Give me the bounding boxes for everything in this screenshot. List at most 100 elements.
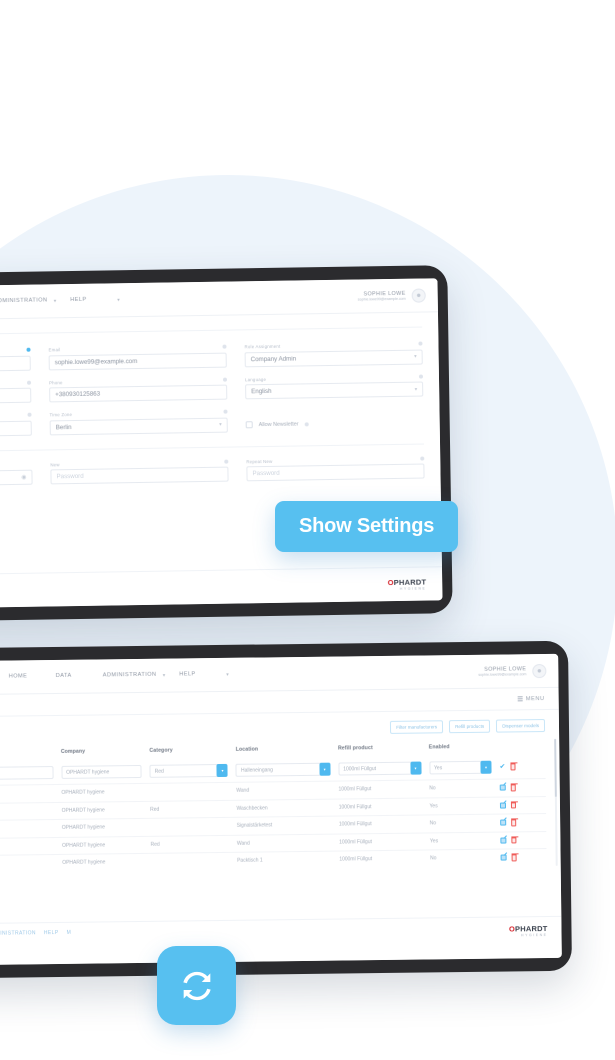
edit-icon[interactable] [499, 784, 506, 791]
cell-category[interactable]: Red ▾ [146, 759, 233, 784]
bottom-app-footer: REPORTS ANALYSIS DATA ADMINISTRATION HEL… [0, 915, 562, 967]
chevron-down-icon[interactable]: ▾ [216, 763, 229, 778]
company-input[interactable]: OPHARDT hygiene [61, 764, 142, 779]
category-select[interactable]: Red ▾ [149, 763, 229, 778]
cell-actions[interactable] [495, 778, 546, 797]
type-input[interactable]: Weco [0, 766, 54, 780]
allow-newsletter-label: Allow Newsletter [258, 420, 299, 428]
allow-newsletter-checkbox[interactable] [245, 421, 253, 429]
category-value: Red [154, 768, 164, 775]
help-icon[interactable] [224, 459, 229, 464]
cell-actions[interactable]: ✔ [495, 755, 545, 779]
footer-logo: OPHARDT HYGIENE [509, 924, 548, 958]
dispenser-models-button[interactable]: Dispenser models [496, 719, 546, 733]
cell-enabled[interactable]: Yes ▾ [425, 756, 496, 780]
cell-location: Wand [232, 833, 336, 853]
chevron-down-icon[interactable]: ▾ [54, 298, 57, 304]
email-field[interactable]: sophie.lowe99@example.com [48, 352, 227, 370]
profile-form-grid: The information you log in with is used … [0, 341, 424, 438]
edit-icon[interactable] [500, 819, 507, 826]
edit-icon[interactable] [499, 802, 506, 809]
cell-company: OPHARDT hygiene [57, 783, 147, 802]
cell-refill[interactable]: 1000ml Füllgut ▾ [334, 756, 425, 781]
chevron-down-icon[interactable]: ▾ [226, 672, 229, 678]
chevron-down-icon[interactable]: ▾ [117, 297, 120, 303]
col-type[interactable]: Type [0, 745, 57, 762]
top-user-menu[interactable]: SOPHIE LOWE sophie.lowe99@example.com ● [358, 287, 426, 303]
help-icon[interactable] [26, 380, 32, 385]
filter-manufacturers-button[interactable]: Filter manufacturers [390, 720, 444, 734]
cell-actions[interactable] [495, 796, 547, 815]
help-icon[interactable] [26, 347, 31, 352]
help-icon[interactable] [222, 344, 227, 349]
help-icon[interactable] [418, 341, 423, 346]
help-icon[interactable] [222, 377, 228, 382]
cell-company[interactable]: OPHARDT hygiene [57, 760, 146, 785]
enabled-select[interactable]: Yes ▾ [428, 760, 492, 775]
eye-icon[interactable]: ◉ [21, 474, 26, 481]
cell-actions[interactable] [496, 813, 547, 832]
new-password-input[interactable]: Password [50, 466, 229, 485]
footer-nav-help[interactable]: HELP [44, 930, 59, 936]
phone-input[interactable]: +380930125863 [49, 384, 228, 403]
help-icon[interactable] [420, 456, 425, 461]
cell-type: Weco [0, 784, 58, 803]
cell-actions[interactable] [496, 831, 547, 850]
chevron-down-icon[interactable]: ▾ [480, 760, 492, 774]
footer-nav-administration[interactable]: ADMINISTRATION [0, 930, 36, 937]
show-settings-button[interactable]: Show Settings [275, 501, 459, 552]
help-icon[interactable] [27, 412, 32, 417]
delete-icon[interactable] [510, 801, 516, 809]
sync-button[interactable] [157, 946, 236, 1025]
help-icon[interactable] [418, 374, 423, 379]
cell-actions[interactable] [496, 848, 547, 867]
bottom-user-menu[interactable]: SOPHIE LOWE sophie.lowe99@example.com ● [478, 663, 547, 679]
help-icon[interactable] [223, 409, 228, 414]
nav-item-help[interactable]: HELP [70, 297, 103, 305]
col-enabled[interactable]: Enabled [425, 740, 496, 757]
chevron-down-icon[interactable]: ▾ [163, 673, 166, 679]
refill-select[interactable]: 1000ml Füllgut ▾ [338, 761, 422, 776]
role-assignment-select[interactable]: Company Admin ▾ [244, 349, 423, 367]
first-name-input[interactable]: Sophie [0, 355, 31, 373]
col-category[interactable]: Category [145, 743, 232, 760]
language-select[interactable]: English ▾ [245, 381, 424, 400]
help-icon[interactable] [304, 421, 309, 426]
confirm-icon[interactable]: ✔ [499, 764, 505, 771]
mobile-input[interactable]: 463 [0, 420, 32, 438]
delete-icon[interactable] [511, 854, 517, 861]
nav-item-administration[interactable]: ADMINISTRATION [103, 672, 157, 680]
col-company[interactable]: Company [57, 744, 146, 761]
cell-location[interactable]: Halleneingang ▾ [232, 758, 334, 783]
edit-icon[interactable] [500, 854, 507, 861]
cell-type[interactable]: Weco [0, 761, 57, 785]
nav-item-administration[interactable]: ADMINISTRATION [0, 297, 48, 306]
edit-icon[interactable] [500, 837, 507, 844]
allow-newsletter-row[interactable]: Allow Newsletter [245, 407, 423, 429]
chevron-down-icon[interactable]: ▾ [409, 761, 422, 775]
bottom-tablet-device: OPHARDT HYGIENE HOME DATA ADMINISTRATION… [0, 640, 572, 980]
footer-nav-more[interactable]: M [67, 930, 72, 936]
location-select[interactable]: Halleneingang ▾ [235, 762, 331, 777]
old-password-input[interactable]: •••••• ◉ [0, 469, 33, 488]
delete-icon[interactable] [511, 819, 517, 826]
delete-icon[interactable] [511, 836, 517, 844]
nav-item-help[interactable]: HELP [179, 671, 212, 678]
nav-item-home[interactable]: HOME [9, 673, 42, 680]
col-refill-product[interactable]: Refill product [334, 740, 425, 757]
col-location[interactable]: Location [232, 742, 334, 759]
refill-products-button[interactable]: Refill products [449, 719, 491, 734]
delete-icon[interactable] [510, 763, 516, 770]
delete-icon[interactable] [510, 784, 516, 791]
nav-item-data[interactable]: DATA [56, 673, 89, 680]
chevron-down-icon[interactable]: ▾ [319, 762, 331, 776]
time-zone-select[interactable]: Berlin ▾ [49, 417, 228, 435]
avatar[interactable]: ● [411, 287, 426, 303]
avatar[interactable]: ● [532, 663, 547, 678]
cell-company: OPHARDT hygiene [57, 800, 147, 820]
menu-button[interactable]: MENU [517, 696, 545, 702]
table-scrollbar[interactable] [553, 738, 558, 866]
last-name-input[interactable]: 463 [0, 387, 32, 406]
scrollbar-thumb[interactable] [553, 738, 557, 798]
repeat-password-input[interactable]: Password [246, 463, 425, 482]
